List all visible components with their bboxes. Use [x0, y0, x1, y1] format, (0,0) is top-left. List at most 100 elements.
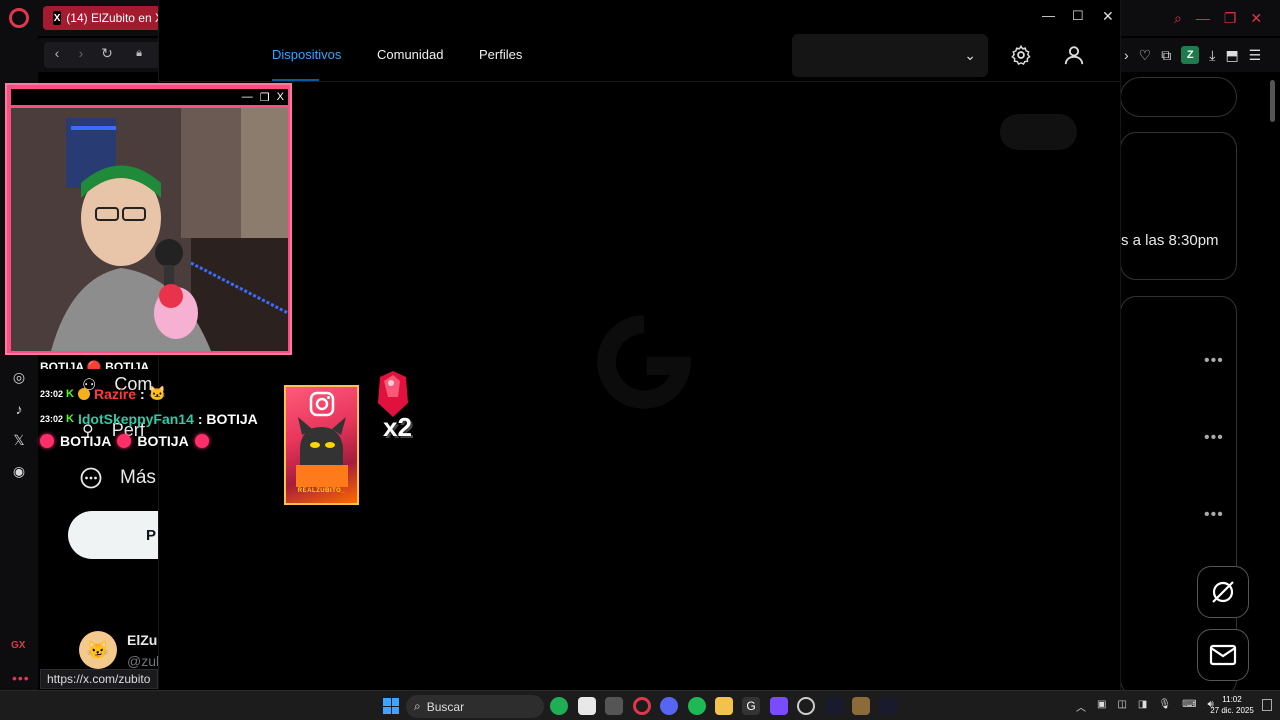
- browser-tab-title: (14) ElZubito en X: [66, 11, 163, 25]
- chevron-right-icon[interactable]: ›: [1124, 47, 1129, 63]
- file-explorer-icon[interactable]: [715, 697, 733, 715]
- gx-corner-label[interactable]: GX: [11, 640, 25, 651]
- app-icon[interactable]: [825, 697, 843, 715]
- more-options-icon[interactable]: •••: [1204, 352, 1224, 370]
- tiktok-icon[interactable]: ♪: [10, 400, 28, 418]
- tray-icon[interactable]: ◫: [1117, 699, 1126, 714]
- store-icon[interactable]: [578, 697, 596, 715]
- tray-icon[interactable]: ▣: [1097, 699, 1106, 714]
- active-tab-indicator: [272, 79, 319, 81]
- browser-tab-x[interactable]: X (14) ElZubito en X: [43, 6, 163, 30]
- app-icon[interactable]: [797, 697, 815, 715]
- ghub-taskbar-icon[interactable]: G: [742, 697, 760, 715]
- puzzle-icon[interactable]: ⧉: [1161, 47, 1171, 64]
- instagram-handle: REALZUBITO_: [297, 488, 346, 494]
- messages-button[interactable]: [1197, 629, 1249, 681]
- menu-icon[interactable]: ☰: [1249, 47, 1262, 64]
- ghub-tab-bar: Dispositivos Comunidad Perfiles ⌄ — ☐ ✕: [159, 0, 1122, 82]
- more-options-icon[interactable]: •••: [1204, 429, 1224, 447]
- opera-gx-logo-icon[interactable]: [9, 8, 29, 28]
- x-event-text: s a las 8:30pm: [1121, 232, 1219, 249]
- clock-time: 11:02: [1222, 695, 1242, 704]
- x-right-card: [1120, 132, 1237, 280]
- webcam-video: [11, 108, 288, 351]
- app-icon[interactable]: [605, 697, 623, 715]
- discord-icon[interactable]: ◉: [10, 462, 28, 480]
- profile-dropdown[interactable]: ⌄: [792, 34, 988, 77]
- browser-search-icon[interactable]: ⌕: [1174, 10, 1182, 27]
- emote-icon: [40, 434, 54, 448]
- chevron-down-icon: ⌄: [964, 47, 976, 63]
- badge-icon: [77, 387, 90, 400]
- chat-message-continued: BOTIJA BOTIJA: [40, 433, 209, 449]
- system-tray: ︿ ▣ ◫ ◨ 🎙︎ ⌨ 🔊︎: [1076, 699, 1214, 714]
- tab-comunidad[interactable]: Comunidad: [377, 47, 444, 62]
- chat-message: 23:02 K IdotSkeppyFan14 : BOTIJA: [40, 411, 258, 427]
- loading-pill: [1000, 114, 1077, 150]
- account-button[interactable]: [1063, 44, 1085, 66]
- extension-z-badge[interactable]: Z: [1181, 46, 1200, 64]
- taskbar-clock[interactable]: 11:02 27 dic. 2025: [1208, 694, 1256, 716]
- app-icon[interactable]: [879, 697, 897, 715]
- network-icon[interactable]: ⌨: [1182, 699, 1196, 714]
- sidebar-more-icon[interactable]: •••: [12, 670, 30, 686]
- chat-text: BOTIJA: [60, 433, 112, 449]
- grok-button[interactable]: [1197, 566, 1249, 618]
- taskbar-search-label: Buscar: [426, 699, 465, 714]
- app-icon[interactable]: [770, 697, 788, 715]
- settings-button[interactable]: [1010, 44, 1032, 66]
- chevron-up-icon[interactable]: ︿: [1076, 699, 1086, 714]
- emote-icon: [194, 434, 209, 448]
- extensions-bar: › ♡ ⧉ Z ⤓ ⬒ ☰: [1122, 40, 1280, 70]
- spotify-icon[interactable]: [688, 697, 706, 715]
- x-search-box[interactable]: [1120, 77, 1237, 117]
- maximize-icon[interactable]: ☐: [1072, 8, 1084, 24]
- heart-icon[interactable]: ♡: [1139, 47, 1152, 64]
- browser-minimize-icon[interactable]: —: [1196, 10, 1210, 26]
- chat-message: 23:02 K Razire : 🐱: [40, 385, 166, 402]
- reload-icon[interactable]: ↻: [98, 44, 116, 62]
- x-icon[interactable]: 𝕏: [10, 431, 28, 449]
- post-button[interactable]: P: [68, 511, 158, 559]
- opera-gx-taskbar-icon[interactable]: [633, 697, 651, 715]
- taskbar-search[interactable]: ⌕ Buscar: [406, 695, 544, 718]
- logitech-g-logo-icon: [597, 315, 691, 409]
- browser-close-icon[interactable]: ✕: [1250, 10, 1262, 27]
- mail-icon: [1209, 644, 1237, 666]
- more-circle-icon: [80, 467, 102, 489]
- windows-start-icon[interactable]: [383, 698, 399, 714]
- tray-icon[interactable]: ◨: [1138, 699, 1147, 714]
- avatar[interactable]: 😼: [79, 631, 117, 669]
- chat-time: 23:02: [40, 388, 64, 399]
- webcam-image: [11, 108, 288, 351]
- whatsapp-icon[interactable]: [550, 697, 568, 715]
- mic-icon[interactable]: 🎙︎: [1158, 699, 1171, 714]
- status-url: https://x.com/zubito: [40, 669, 158, 689]
- chat-text: : BOTIJA: [197, 411, 258, 427]
- ghub-window: Dispositivos Comunidad Perfiles ⌄ — ☐ ✕: [158, 0, 1122, 690]
- nav-more[interactable]: Más: [80, 467, 156, 489]
- kick-badge-icon: K: [66, 413, 74, 425]
- browser-restore-icon[interactable]: ❐: [1224, 10, 1237, 27]
- minimize-icon[interactable]: —: [1042, 8, 1055, 23]
- cam-restore-icon: ❐: [259, 91, 270, 104]
- instagram-card-art: [296, 391, 348, 487]
- chat-time: 23:02: [40, 414, 64, 424]
- instagram-card: REALZUBITO_: [284, 385, 359, 505]
- download-icon[interactable]: ⤓: [1209, 47, 1215, 64]
- tab-perfiles[interactable]: Perfiles: [479, 47, 522, 62]
- back-icon[interactable]: ‹: [48, 44, 66, 62]
- scrollbar-thumb[interactable]: [1270, 80, 1275, 122]
- cam-close-icon: X: [276, 91, 284, 103]
- notification-icon[interactable]: [1262, 699, 1272, 711]
- kick-badge-icon: K: [66, 387, 74, 400]
- instagram-icon[interactable]: ◎: [10, 368, 28, 386]
- close-icon[interactable]: ✕: [1102, 8, 1114, 25]
- minecraft-icon[interactable]: [852, 697, 870, 715]
- discord-taskbar-icon[interactable]: [660, 697, 678, 715]
- forward-icon[interactable]: ›: [72, 44, 90, 62]
- grok-icon: [1212, 581, 1234, 603]
- more-options-icon[interactable]: •••: [1204, 506, 1224, 524]
- tab-dispositivos[interactable]: Dispositivos: [272, 47, 341, 62]
- snapshot-icon[interactable]: ⬒: [1225, 47, 1238, 64]
